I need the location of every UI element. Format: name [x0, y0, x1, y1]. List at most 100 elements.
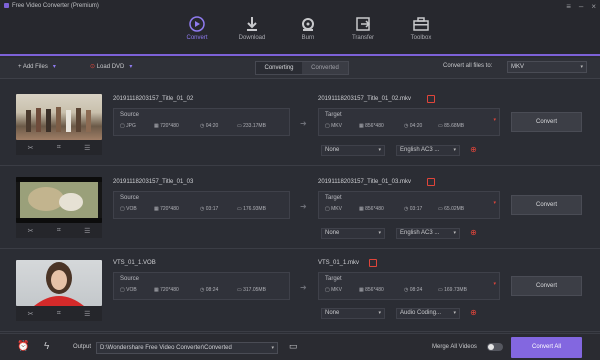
app-title: Free Video Converter (Premium)	[12, 3, 99, 9]
source-size: ▭ 233.17MB	[237, 123, 266, 129]
source-size: ▭ 317.05MB	[237, 287, 266, 293]
merge-subtitle-icon[interactable]: ⊕	[469, 229, 478, 238]
crop-icon[interactable]: ⌗	[57, 310, 61, 318]
source-format: ▢ JPG	[120, 123, 136, 129]
tab-burn[interactable]: Burn	[280, 14, 336, 54]
target-info-box[interactable]: Target ▢ MKV ▦ 856*480 ◷ 04:20 ▭ 85.68MB…	[318, 108, 500, 136]
target-resolution: ▦ 856*480	[359, 206, 384, 212]
burn-icon	[302, 18, 314, 31]
target-info-box[interactable]: Target ▢ MKV ▦ 856*480 ◷ 03:17 ▭ 65.02MB…	[318, 191, 500, 219]
top-bar: Free Video Converter (Premium) ≡ – × Con…	[0, 0, 600, 56]
thumbnail-tools: ✂ ⌗ ☰	[16, 223, 102, 238]
output-path-select[interactable]: D:\Wondershare Free Video Converter\Conv…	[96, 342, 278, 354]
edit-filename-icon[interactable]	[427, 178, 435, 186]
bottom-bar: ⏰ ϟ Output D:\Wondershare Free Video Con…	[0, 333, 600, 360]
convert-button[interactable]: Convert	[511, 195, 582, 215]
edit-filename-icon[interactable]	[369, 259, 377, 267]
source-size: ▭ 176.93MB	[237, 206, 266, 212]
target-info-box[interactable]: Target ▢ MKV ▦ 856*480 ◷ 08:24 ▭ 169.73M…	[318, 272, 500, 300]
convert-all-label: Convert all files to:	[443, 63, 493, 69]
trim-icon[interactable]: ✂	[28, 144, 34, 152]
target-resolution: ▦ 856*480	[359, 287, 384, 293]
target-resolution-value: 856*480	[365, 206, 384, 212]
audio-select[interactable]: English AC3 ... ▾	[396, 228, 460, 239]
tab-converted[interactable]: Converted	[302, 62, 348, 74]
subtitle-select[interactable]: None ▾	[321, 228, 385, 239]
convert-icon	[189, 16, 205, 32]
edit-filename-icon[interactable]	[427, 95, 435, 103]
crop-icon[interactable]: ⌗	[57, 144, 61, 152]
target-size: ▭ 169.73MB	[438, 287, 467, 293]
chevron-down-icon[interactable]: ▾	[493, 117, 496, 123]
chevron-down-icon: ▾	[378, 310, 381, 316]
tab-toolbox[interactable]: Toolbox	[393, 14, 449, 54]
output-format-select[interactable]: MKV ▾	[507, 61, 587, 73]
arrow-right-icon: ➜	[300, 119, 307, 128]
chevron-down-icon: ▾	[453, 230, 456, 236]
crop-icon[interactable]: ⌗	[57, 227, 61, 235]
source-resolution: ▦ 720*480	[154, 123, 179, 129]
toolbox-icon	[413, 17, 429, 31]
status-segmented-control: Converting Converted	[255, 61, 349, 75]
thumbnail-image	[26, 107, 91, 132]
merge-all-videos-label: Merge All Videos	[432, 344, 477, 350]
subtitle-select[interactable]: None ▾	[321, 145, 385, 156]
effects-icon[interactable]: ☰	[84, 310, 90, 318]
chevron-down-icon[interactable]: ▾	[493, 281, 496, 287]
tab-transfer[interactable]: Transfer	[335, 14, 391, 54]
source-duration: ◷ 04:20	[200, 123, 219, 129]
video-thumbnail[interactable]	[16, 260, 102, 306]
source-size-value: 317.05MB	[243, 287, 266, 293]
minimize-icon[interactable]: –	[579, 2, 583, 11]
effects-icon[interactable]: ☰	[84, 144, 90, 152]
menu-icon[interactable]: ≡	[566, 2, 571, 11]
convert-button[interactable]: Convert	[511, 112, 582, 132]
chevron-down-icon[interactable]: ▾	[129, 64, 132, 70]
source-resolution-value: 720*480	[160, 287, 179, 293]
arrow-right-icon: ➜	[300, 283, 307, 292]
output-label: Output	[73, 344, 92, 350]
chevron-down-icon[interactable]: ▾	[53, 64, 56, 70]
target-format: ▢ MKV	[325, 123, 342, 129]
tab-convert[interactable]: Convert	[169, 14, 225, 54]
source-format-value: VOB	[126, 206, 137, 212]
audio-value: English AC3 ...	[400, 230, 440, 236]
alarm-clock-icon[interactable]: ⏰	[17, 341, 29, 352]
file-row: ✂ ⌗ ☰ 20191118203157_Title_01_03 Source ▢ …	[0, 167, 600, 249]
tab-download[interactable]: Download	[224, 14, 280, 54]
merge-subtitle-icon[interactable]: ⊕	[469, 146, 478, 155]
arrow-right-icon: ➜	[300, 202, 307, 211]
trim-icon[interactable]: ✂	[28, 227, 34, 235]
chevron-down-icon: ▾	[453, 147, 456, 153]
target-duration: ◷ 04:20	[404, 123, 423, 129]
add-files-button[interactable]: + Add Files ▾	[18, 63, 56, 70]
subtitle-select[interactable]: None ▾	[321, 308, 385, 319]
audio-select[interactable]: English AC3 ... ▾	[396, 145, 460, 156]
close-icon[interactable]: ×	[591, 2, 596, 11]
target-format: ▢ MKV	[325, 287, 342, 293]
convert-all-button[interactable]: Convert All	[511, 337, 582, 358]
load-dvd-button[interactable]: ⊙ Load DVD ▾	[90, 63, 132, 70]
tab-converting[interactable]: Converting	[256, 62, 302, 74]
merge-subtitle-icon[interactable]: ⊕	[469, 309, 478, 318]
audio-value: Audio Coding...	[400, 310, 442, 316]
source-size-value: 233.17MB	[243, 123, 266, 129]
source-info-box: Source ▢ JPG ▦ 720*480 ◷ 04:20 ▭ 233.17M…	[113, 108, 290, 136]
target-size-value: 65.02MB	[444, 206, 465, 212]
video-thumbnail[interactable]	[16, 177, 102, 223]
effects-icon[interactable]: ☰	[84, 227, 90, 235]
video-thumbnail[interactable]	[16, 94, 102, 140]
audio-select[interactable]: Audio Coding... ▾	[396, 308, 460, 319]
chevron-down-icon[interactable]: ▾	[493, 200, 496, 206]
folder-icon[interactable]: ▭	[289, 341, 298, 352]
target-duration-value: 04:20	[409, 123, 423, 129]
lightning-icon[interactable]: ϟ	[44, 341, 49, 352]
trim-icon[interactable]: ✂	[28, 310, 34, 318]
tab-transfer-label: Transfer	[351, 35, 375, 41]
target-size: ▭ 85.68MB	[438, 123, 465, 129]
convert-button[interactable]: Convert	[511, 276, 582, 296]
tab-download-label: Download	[238, 35, 266, 41]
source-label: Source	[120, 276, 140, 282]
target-filename: 20191118203157_Title_01_03.mkv	[318, 179, 411, 185]
merge-all-videos-toggle[interactable]	[487, 343, 503, 351]
